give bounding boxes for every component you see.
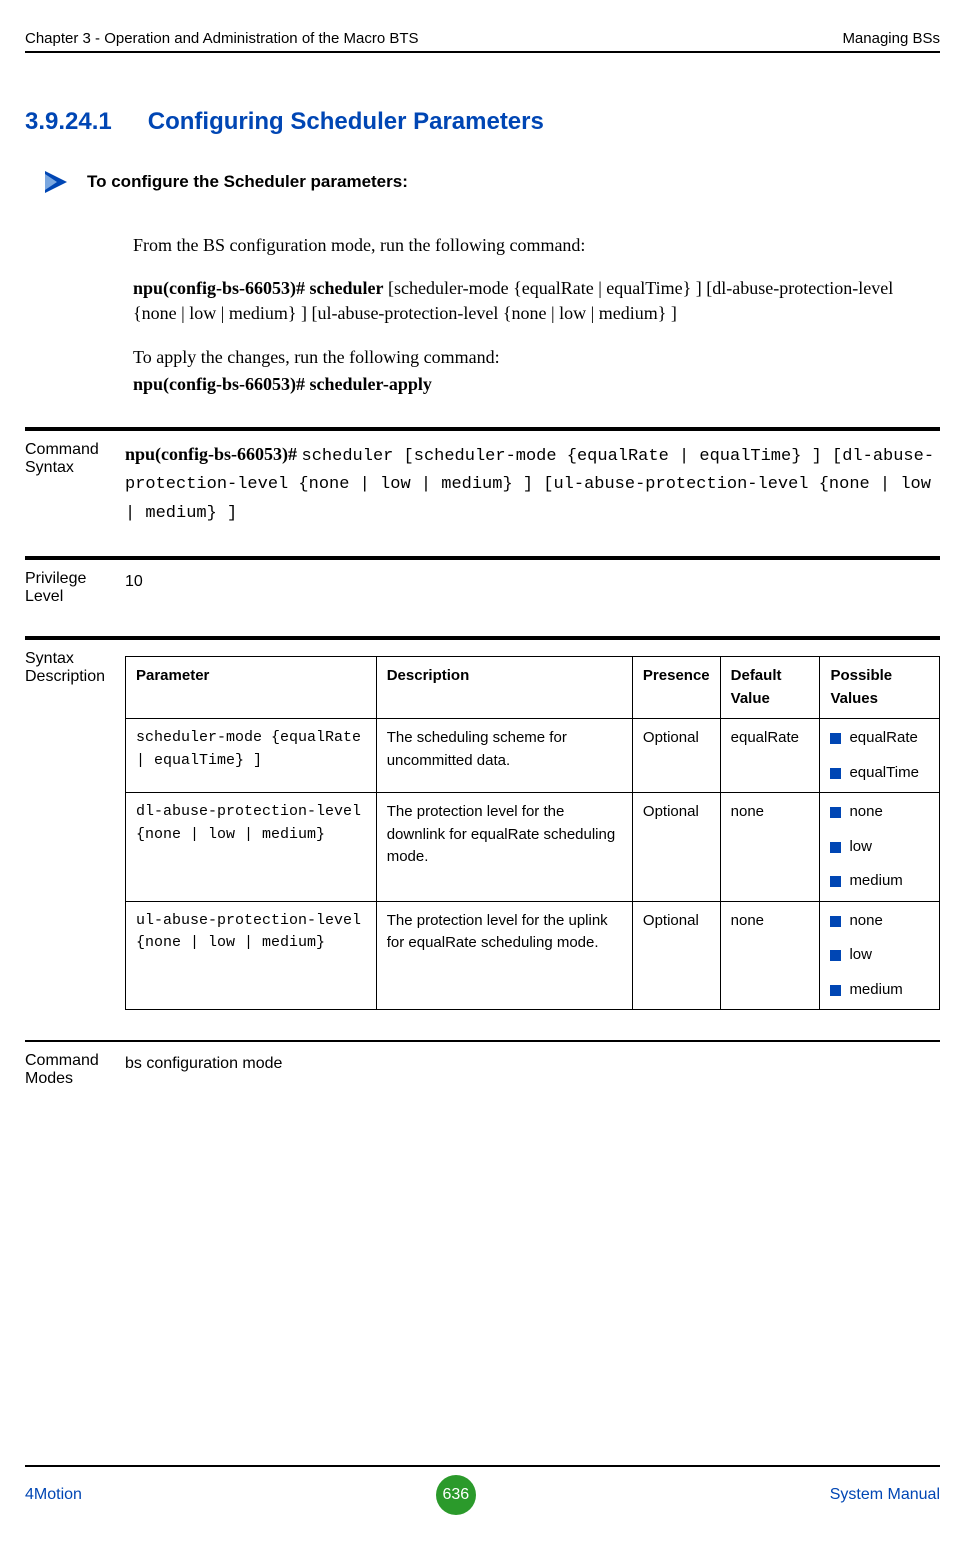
command-syntax-content: npu(config-bs-66053)# scheduler [schedul… bbox=[125, 441, 940, 527]
pv-text: medium bbox=[849, 870, 902, 893]
command-syntax-label: Command Syntax bbox=[25, 441, 125, 477]
cell-param: ul-abuse-protection-level {none | low | … bbox=[126, 901, 377, 1010]
pv-text: low bbox=[849, 836, 872, 859]
page-number-badge: 636 bbox=[436, 1475, 476, 1515]
syntax-description-block: Syntax Description Parameter Description… bbox=[25, 636, 940, 1010]
footer-rule bbox=[25, 1465, 940, 1467]
procedure-row: To configure the Scheduler parameters: bbox=[45, 171, 940, 193]
body-p2: npu(config-bs-66053)# scheduler [schedul… bbox=[133, 276, 940, 326]
list-item: equalTime bbox=[830, 762, 929, 785]
table-row: ul-abuse-protection-level {none | low | … bbox=[126, 901, 940, 1010]
pv-text: equalRate bbox=[849, 727, 917, 750]
pv-text: low bbox=[849, 944, 872, 967]
table-row: dl-abuse-protection-level {none | low | … bbox=[126, 793, 940, 902]
parameter-table: Parameter Description Presence Default V… bbox=[125, 656, 940, 1010]
square-bullet-icon bbox=[830, 876, 841, 887]
section-number: 3.9.24.1 bbox=[25, 108, 112, 135]
square-bullet-icon bbox=[830, 807, 841, 818]
syntax-description-label: Syntax Description bbox=[25, 650, 125, 686]
cell-possible: none low medium bbox=[820, 901, 940, 1010]
square-bullet-icon bbox=[830, 733, 841, 744]
square-bullet-icon bbox=[830, 985, 841, 996]
cell-param: scheduler-mode {equalRate | equalTime} ] bbox=[126, 719, 377, 793]
list-item: low bbox=[830, 836, 929, 859]
cell-presence: Optional bbox=[632, 901, 720, 1010]
pv-text: equalTime bbox=[849, 762, 918, 785]
square-bullet-icon bbox=[830, 950, 841, 961]
footer: 4Motion 636 System Manual bbox=[25, 1457, 940, 1515]
cell-default: none bbox=[720, 793, 820, 902]
th-parameter: Parameter bbox=[126, 657, 377, 719]
square-bullet-icon bbox=[830, 768, 841, 779]
body-p2-bold: npu(config-bs-66053)# scheduler bbox=[133, 278, 384, 298]
cell-desc: The scheduling scheme for uncommitted da… bbox=[376, 719, 632, 793]
cell-possible: none low medium bbox=[820, 793, 940, 902]
cell-desc: The protection level for the downlink fo… bbox=[376, 793, 632, 902]
header-left: Chapter 3 - Operation and Administration… bbox=[25, 30, 419, 47]
pv-text: none bbox=[849, 801, 882, 824]
privilege-value: 10 bbox=[125, 570, 940, 594]
cell-desc: The protection level for the uplink for … bbox=[376, 901, 632, 1010]
table-row: scheduler-mode {equalRate | equalTime} ]… bbox=[126, 719, 940, 793]
procedure-title: To configure the Scheduler parameters: bbox=[87, 172, 408, 192]
body-p4-bold: npu(config-bs-66053)# scheduler-apply bbox=[133, 374, 432, 394]
square-bullet-icon bbox=[830, 842, 841, 853]
list-item: medium bbox=[830, 979, 929, 1002]
privilege-label: Privilege Level bbox=[25, 570, 125, 606]
cell-presence: Optional bbox=[632, 719, 720, 793]
cell-param: dl-abuse-protection-level {none | low | … bbox=[126, 793, 377, 902]
pv-text: none bbox=[849, 910, 882, 933]
table-header-row: Parameter Description Presence Default V… bbox=[126, 657, 940, 719]
command-modes-block: Command Modes bs configuration mode bbox=[25, 1040, 940, 1088]
th-default: Default Value bbox=[720, 657, 820, 719]
cell-default: none bbox=[720, 901, 820, 1010]
body-p1: From the BS configuration mode, run the … bbox=[133, 233, 940, 258]
section-title: Configuring Scheduler Parameters bbox=[148, 108, 544, 135]
list-item: none bbox=[830, 910, 929, 933]
footer-right: System Manual bbox=[830, 1486, 940, 1504]
pv-text: medium bbox=[849, 979, 902, 1002]
command-modes-value: bs configuration mode bbox=[125, 1052, 940, 1076]
privilege-block: Privilege Level 10 bbox=[25, 556, 940, 606]
command-modes-label: Command Modes bbox=[25, 1052, 125, 1088]
footer-left: 4Motion bbox=[25, 1486, 82, 1504]
list-item: equalRate bbox=[830, 727, 929, 750]
cell-presence: Optional bbox=[632, 793, 720, 902]
cell-default: equalRate bbox=[720, 719, 820, 793]
square-bullet-icon bbox=[830, 916, 841, 927]
list-item: medium bbox=[830, 870, 929, 893]
list-item: none bbox=[830, 801, 929, 824]
header-rule bbox=[25, 51, 940, 53]
th-description: Description bbox=[376, 657, 632, 719]
body-p3: To apply the changes, run the following … bbox=[133, 345, 940, 370]
cell-possible: equalRate equalTime bbox=[820, 719, 940, 793]
command-syntax-bold: npu(config-bs-66053)# bbox=[125, 444, 302, 464]
header-right: Managing BSs bbox=[842, 30, 940, 47]
th-presence: Presence bbox=[632, 657, 720, 719]
th-possible: Possible Values bbox=[820, 657, 940, 719]
arrow-icon bbox=[45, 171, 67, 193]
section-heading: 3.9.24.1 Configuring Scheduler Parameters bbox=[25, 108, 940, 136]
list-item: low bbox=[830, 944, 929, 967]
command-syntax-block: Command Syntax npu(config-bs-66053)# sch… bbox=[25, 427, 940, 527]
body-p4: npu(config-bs-66053)# scheduler-apply bbox=[133, 372, 940, 397]
